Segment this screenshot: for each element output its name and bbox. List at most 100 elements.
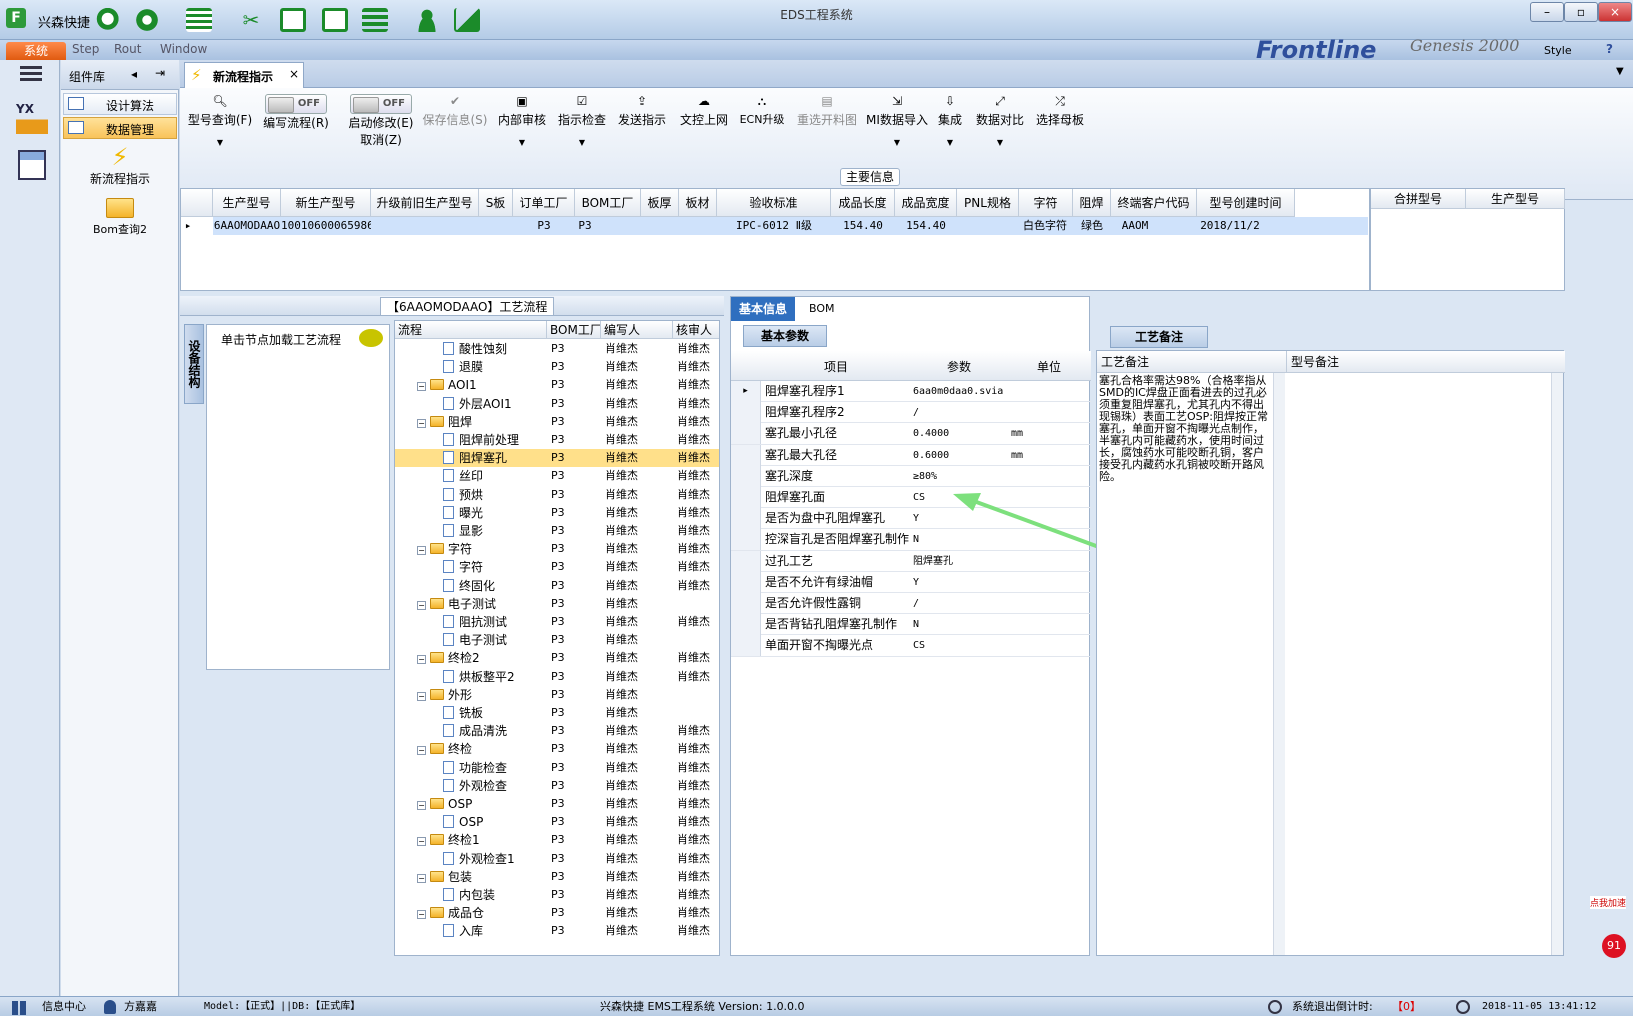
- column-header[interactable]: 订单工厂: [513, 189, 575, 217]
- select-motherboard-button[interactable]: ⤮ 选择母板: [1032, 94, 1088, 128]
- column-header[interactable]: 成品宽度: [895, 189, 957, 217]
- tree-row[interactable]: 外观检查1 P3 肖维杰 肖维杰: [395, 850, 719, 868]
- tree-row[interactable]: 成品清洗 P3 肖维杰 肖维杰: [395, 722, 719, 740]
- param-row[interactable]: 是否背钻孔阻焊塞孔制作 N: [731, 614, 1091, 636]
- grid-cell[interactable]: P3: [575, 217, 595, 235]
- tree-row[interactable]: − 终检1 P3 肖维杰 肖维杰: [395, 831, 719, 849]
- collapse-left-icon[interactable]: ◂: [131, 67, 137, 81]
- scrollbar[interactable]: [1273, 373, 1285, 955]
- tree-row[interactable]: 酸性蚀刻 P3 肖维杰 肖维杰: [395, 340, 719, 358]
- tree-row[interactable]: 烘板整平2 P3 肖维杰 肖维杰: [395, 668, 719, 686]
- menu-item-rout[interactable]: Rout: [114, 42, 141, 56]
- tree-row[interactable]: 外层AOI1 P3 肖维杰 肖维杰: [395, 395, 719, 413]
- system-tab[interactable]: 系统: [6, 42, 66, 60]
- grid-cell[interactable]: 10010600065986: [281, 217, 371, 235]
- column-header[interactable]: 编写人: [601, 321, 673, 339]
- expand-toggle-icon[interactable]: −: [417, 746, 426, 756]
- speedup-widget[interactable]: 点我加速 91: [1590, 890, 1633, 960]
- doc-control-online-button[interactable]: ☁ 文控上网: [676, 94, 732, 128]
- scrollbar[interactable]: [1551, 373, 1563, 955]
- tree-row[interactable]: 终固化 P3 肖维杰 肖维杰: [395, 577, 719, 595]
- pin-icon[interactable]: ⇥: [155, 66, 165, 80]
- maximize-button[interactable]: ▫: [1564, 2, 1598, 22]
- expand-toggle-icon[interactable]: −: [417, 418, 426, 428]
- column-header[interactable]: 成品长度: [831, 189, 895, 217]
- close-button[interactable]: ×: [1598, 2, 1632, 22]
- menu-item-step[interactable]: Step: [72, 42, 99, 56]
- minimize-button[interactable]: –: [1530, 2, 1564, 22]
- tab-device-structure[interactable]: 设备结构: [184, 324, 204, 404]
- tree-row[interactable]: 曝光 P3 肖维杰 肖维杰: [395, 504, 719, 522]
- close-tab-icon[interactable]: ×: [289, 67, 299, 81]
- column-header[interactable]: 核审人: [673, 321, 719, 339]
- expand-toggle-icon[interactable]: −: [417, 546, 426, 556]
- ecn-upgrade-button[interactable]: ⛬ ECN升级: [736, 94, 788, 127]
- expand-toggle-icon[interactable]: −: [417, 655, 426, 665]
- expand-toggle-icon[interactable]: −: [417, 910, 426, 920]
- library-item-design-algorithm[interactable]: 设计算法: [63, 93, 177, 115]
- send-instruction-button[interactable]: ⇪ 发送指示: [614, 94, 670, 128]
- tree-row[interactable]: − 外形 P3 肖维杰: [395, 686, 719, 704]
- tool-new-process-instruction[interactable]: ⚡ 新流程指示: [61, 142, 179, 188]
- save-info-button[interactable]: ✔ 保存信息(S): [420, 94, 490, 128]
- tree-row[interactable]: 退膜 P3 肖维杰 肖维杰: [395, 358, 719, 376]
- column-header[interactable]: BOM工厂: [547, 321, 601, 339]
- expand-toggle-icon[interactable]: −: [417, 382, 426, 392]
- internal-review-button[interactable]: ▣ 内部审核 ▼: [494, 94, 550, 147]
- column-header[interactable]: 生产型号: [213, 189, 281, 217]
- column-header[interactable]: 验收标准: [717, 189, 831, 217]
- param-value[interactable]: CS: [913, 635, 1007, 656]
- chevron-down-icon[interactable]: ▼: [1616, 66, 1624, 77]
- toggle-switch[interactable]: OFF: [350, 94, 412, 114]
- tree-row[interactable]: 丝印 P3 肖维杰 肖维杰: [395, 467, 719, 485]
- grid-cell[interactable]: IPC-6012 Ⅱ级: [717, 217, 831, 235]
- grid-cell[interactable]: AAOM: [1105, 217, 1165, 235]
- column-header[interactable]: 新生产型号: [281, 189, 371, 217]
- column-header[interactable]: S板: [479, 189, 513, 217]
- tree-row[interactable]: 内包装 P3 肖维杰 肖维杰: [395, 886, 719, 904]
- tree-row[interactable]: − AOI1 P3 肖维杰 肖维杰: [395, 376, 719, 394]
- grid-cell[interactable]: P3: [513, 217, 575, 235]
- tool-bom-query2[interactable]: Bom查询2: [61, 198, 179, 244]
- hamburger-menu-icon[interactable]: [20, 66, 42, 82]
- column-header[interactable]: 终端客户代码: [1111, 189, 1197, 217]
- library-item-data-management[interactable]: 数据管理: [63, 117, 177, 139]
- grid-cell[interactable]: 6AAOMODAAO: [213, 217, 281, 235]
- column-header[interactable]: 合拼型号: [1371, 189, 1466, 209]
- integrate-button[interactable]: ⇩ 集成 ▼: [934, 94, 966, 147]
- tree-row[interactable]: − 电子测试 P3 肖维杰: [395, 595, 719, 613]
- style-menu[interactable]: Style: [1544, 44, 1572, 57]
- grid-icon[interactable]: [12, 1001, 28, 1015]
- grid-cell[interactable]: 2018/11/2: [1181, 217, 1279, 235]
- write-process-toggle[interactable]: OFF 编写流程(R): [256, 94, 336, 131]
- column-header[interactable]: 字符: [1019, 189, 1073, 217]
- column-header[interactable]: BOM工厂: [575, 189, 641, 217]
- grid-cell[interactable]: 白色字符: [1013, 217, 1077, 235]
- tree-row[interactable]: 字符 P3 肖维杰 肖维杰: [395, 558, 719, 576]
- column-header[interactable]: 板厚: [641, 189, 679, 217]
- column-header[interactable]: 板材: [679, 189, 717, 217]
- column-header[interactable]: PNL规格: [957, 189, 1019, 217]
- expand-toggle-icon[interactable]: −: [417, 873, 426, 883]
- tree-row[interactable]: 显影 P3 肖维杰 肖维杰: [395, 522, 719, 540]
- tree-row[interactable]: 功能检查 P3 肖维杰 肖维杰: [395, 759, 719, 777]
- grid-cell[interactable]: 154.40: [831, 217, 895, 235]
- calculator-icon[interactable]: [18, 150, 46, 180]
- tree-row[interactable]: 入库 P3 肖维杰 肖维杰: [395, 922, 719, 940]
- model-query-button[interactable]: 🔍︎ 型号查询(F) ▼: [184, 94, 256, 147]
- tree-row[interactable]: OSP P3 肖维杰 肖维杰: [395, 813, 719, 831]
- column-header[interactable]: 阻焊: [1073, 189, 1111, 217]
- reselect-cutting-map-button[interactable]: ▤ 重选开料图: [792, 94, 862, 128]
- mi-data-import-button[interactable]: ⇲ MI数据导入 ▼: [866, 94, 928, 147]
- column-header[interactable]: 生产型号: [1466, 189, 1565, 209]
- tree-row[interactable]: − 阻焊 P3 肖维杰 肖维杰: [395, 413, 719, 431]
- grid-cell[interactable]: 154.40: [895, 217, 957, 235]
- param-value[interactable]: N: [913, 614, 1007, 635]
- start-modify-toggle[interactable]: OFF 启动修改(E) 取消(Z): [338, 94, 424, 148]
- tree-row[interactable]: 外观检查 P3 肖维杰 肖维杰: [395, 777, 719, 795]
- column-header[interactable]: 升级前旧生产型号: [371, 189, 479, 217]
- tree-row[interactable]: − 终检 P3 肖维杰 肖维杰: [395, 740, 719, 758]
- tree-row[interactable]: 铣板 P3 肖维杰: [395, 704, 719, 722]
- tree-row[interactable]: 预烘 P3 肖维杰 肖维杰: [395, 486, 719, 504]
- instruction-check-button[interactable]: ☑ 指示检查 ▼: [554, 94, 610, 147]
